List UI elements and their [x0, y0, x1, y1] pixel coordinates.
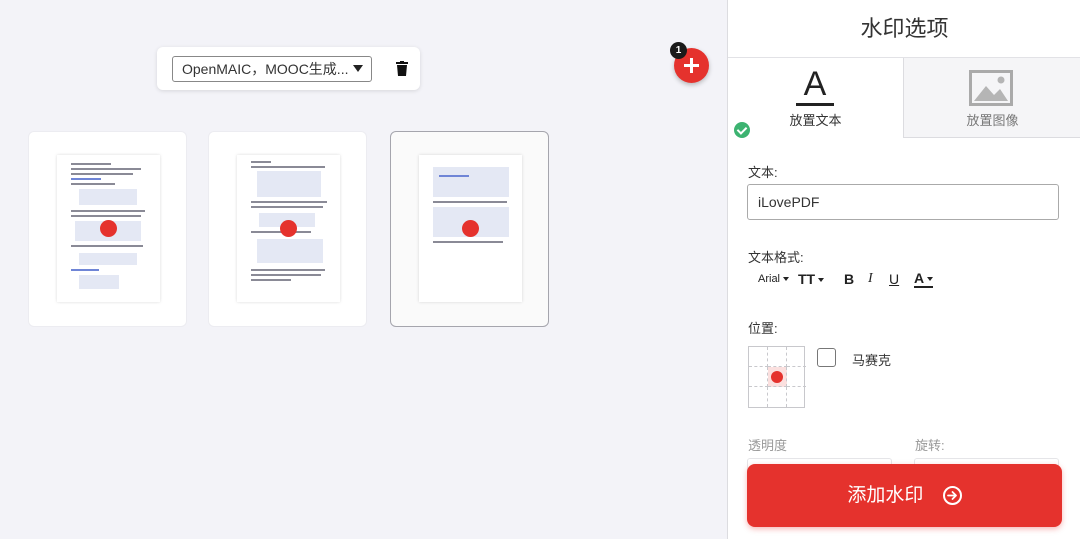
- mosaic-checkbox[interactable]: [817, 348, 836, 367]
- text-field-label: 文本:: [748, 165, 778, 180]
- workspace: OpenMAIC，MOOC生成... 1: [0, 0, 727, 539]
- underline-button[interactable]: U: [889, 268, 899, 290]
- arrow-right-circle-icon: [942, 486, 962, 506]
- text-tab-icon: A: [792, 66, 838, 106]
- image-icon: [969, 70, 1013, 106]
- add-watermark-button[interactable]: 添加水印: [747, 464, 1062, 527]
- trash-icon[interactable]: [395, 61, 409, 77]
- font-color-button[interactable]: A: [914, 268, 934, 288]
- position-middle-right[interactable]: [787, 367, 806, 387]
- position-bottom-left[interactable]: [749, 387, 768, 407]
- position-bottom-center[interactable]: [768, 387, 787, 407]
- watermark-marker: [462, 220, 479, 237]
- tab-place-text-label: 放置文本: [789, 113, 842, 128]
- file-count-badge: 1: [670, 42, 687, 59]
- tab-place-image-label: 放置图像: [966, 113, 1019, 128]
- position-bottom-right[interactable]: [787, 387, 806, 407]
- add-watermark-label: 添加水印: [847, 485, 924, 507]
- position-label: 位置:: [748, 321, 778, 336]
- position-middle-left[interactable]: [749, 367, 768, 387]
- file-toolbar: OpenMAIC，MOOC生成...: [157, 47, 420, 90]
- chevron-down-icon: [353, 65, 363, 72]
- position-marker: [771, 371, 783, 383]
- watermark-marker: [280, 220, 297, 237]
- watermark-marker: [100, 220, 117, 237]
- bold-button[interactable]: B: [844, 268, 854, 290]
- tab-place-text[interactable]: A 放置文本: [728, 58, 903, 138]
- position-top-center[interactable]: [768, 347, 787, 367]
- page-thumbnail: [57, 155, 160, 302]
- page-thumbnail: [237, 155, 340, 302]
- text-format-label: 文本格式:: [748, 250, 804, 265]
- font-family-select[interactable]: Arial: [758, 268, 790, 290]
- font-size-select[interactable]: TT: [798, 268, 825, 290]
- italic-button[interactable]: I: [868, 268, 873, 290]
- page-thumbnail: [419, 155, 522, 302]
- rotation-label: 旋转:: [915, 438, 945, 453]
- page-card-1[interactable]: [28, 131, 187, 327]
- page-card-3[interactable]: [390, 131, 549, 327]
- watermark-options-panel: 水印选项 A 放置文本 放置图像 文本: iLovePDF 文本格式: Aria…: [727, 0, 1080, 539]
- file-select[interactable]: OpenMAIC，MOOC生成...: [172, 56, 372, 82]
- page-card-2[interactable]: [208, 131, 367, 327]
- panel-title: 水印选项: [728, 0, 1080, 58]
- position-grid[interactable]: [748, 346, 806, 408]
- watermark-text-input[interactable]: iLovePDF: [747, 184, 1059, 220]
- mosaic-label: 马赛克: [852, 353, 892, 368]
- position-top-right[interactable]: [787, 347, 806, 367]
- position-top-left[interactable]: [749, 347, 768, 367]
- opacity-label: 透明度: [748, 438, 788, 453]
- text-format-toolbar: Arial TT B I U A: [758, 268, 958, 290]
- tab-place-image[interactable]: 放置图像: [903, 58, 1080, 138]
- file-select-value: OpenMAIC，MOOC生成...: [182, 61, 349, 77]
